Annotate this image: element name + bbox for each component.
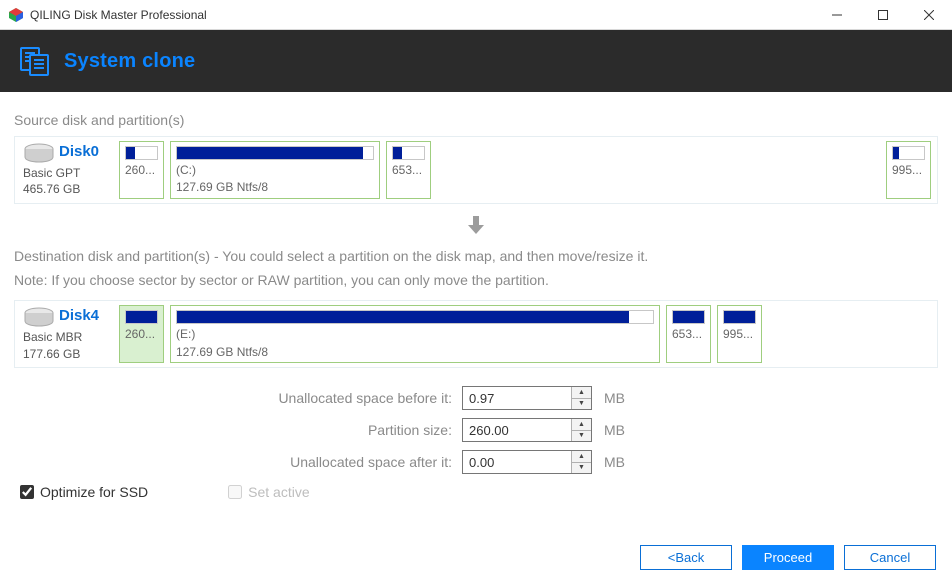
partition-box[interactable]: 653... [666, 305, 711, 363]
partition-sublabel: 127.69 GB Ntfs/8 [176, 180, 374, 194]
after-space-input[interactable]: ▲▼ [462, 450, 592, 474]
destination-section-label: Destination disk and partition(s) - You … [14, 245, 938, 293]
before-space-label: Unallocated space before it: [14, 390, 462, 406]
partition-box: 260... [119, 141, 164, 199]
page-header: System clone [0, 30, 952, 92]
partition-label: 260... [125, 163, 158, 177]
titlebar: QILING Disk Master Professional [0, 0, 952, 30]
partition-box: (C:) 127.69 GB Ntfs/8 [170, 141, 380, 199]
partition-box[interactable]: 260... [119, 305, 164, 363]
spin-up-icon[interactable]: ▲ [572, 451, 591, 463]
destination-disk-type: Basic MBR [23, 329, 113, 345]
partition-box: 653... [386, 141, 431, 199]
window-title: QILING Disk Master Professional [30, 8, 207, 22]
partition-label: 995... [723, 327, 756, 341]
partition-label: 995... [892, 163, 925, 177]
source-section-label: Source disk and partition(s) [14, 112, 938, 128]
source-disk-row: Disk0 Basic GPT 465.76 GB 260... (C:) 127.… [14, 136, 938, 204]
hard-drive-icon [23, 143, 55, 165]
destination-disk-row[interactable]: Disk4 Basic MBR 177.66 GB 260... (E:) 127.… [14, 300, 938, 368]
before-space-input[interactable]: ▲▼ [462, 386, 592, 410]
partition-size-input[interactable]: ▲▼ [462, 418, 592, 442]
spin-down-icon[interactable]: ▼ [572, 463, 591, 474]
destination-disk-size: 177.66 GB [23, 346, 113, 362]
app-logo-icon [8, 7, 24, 23]
spin-down-icon[interactable]: ▼ [572, 431, 591, 442]
source-disk-info: Disk0 Basic GPT 465.76 GB [21, 141, 113, 199]
page-title: System clone [64, 50, 195, 73]
maximize-button[interactable] [860, 0, 906, 30]
source-disk-name: Disk0 [59, 143, 99, 160]
spin-up-icon[interactable]: ▲ [572, 419, 591, 431]
close-button[interactable] [906, 0, 952, 30]
set-active-checkbox: Set active [228, 484, 309, 500]
system-clone-icon [18, 45, 50, 77]
partition-box: 995... [886, 141, 931, 199]
optimize-ssd-checkbox[interactable]: Optimize for SSD [20, 484, 148, 500]
unit-label: MB [604, 454, 625, 470]
partition-size-label: Partition size: [14, 422, 462, 438]
unit-label: MB [604, 422, 625, 438]
partition-sublabel: 127.69 GB Ntfs/8 [176, 345, 654, 359]
partition-label: 260... [125, 327, 158, 341]
down-arrow-icon [14, 214, 938, 239]
after-space-label: Unallocated space after it: [14, 454, 462, 470]
minimize-button[interactable] [814, 0, 860, 30]
partition-box[interactable]: (E:) 127.69 GB Ntfs/8 [170, 305, 660, 363]
back-button[interactable]: <Back [640, 545, 732, 570]
partition-label: 653... [392, 163, 425, 177]
cancel-button[interactable]: Cancel [844, 545, 936, 570]
partition-label: (C:) [176, 163, 374, 177]
destination-disk-info: Disk4 Basic MBR 177.66 GB [21, 305, 113, 363]
partition-label: (E:) [176, 327, 654, 341]
partition-label: 653... [672, 327, 705, 341]
partition-box[interactable]: 995... [717, 305, 762, 363]
source-disk-type: Basic GPT [23, 165, 113, 181]
source-disk-size: 465.76 GB [23, 181, 113, 197]
hard-drive-icon [23, 307, 55, 329]
destination-disk-name: Disk4 [59, 307, 99, 324]
spin-up-icon[interactable]: ▲ [572, 387, 591, 399]
proceed-button[interactable]: Proceed [742, 545, 834, 570]
spin-down-icon[interactable]: ▼ [572, 399, 591, 410]
footer-buttons: <Back Proceed Cancel [640, 545, 936, 570]
unit-label: MB [604, 390, 625, 406]
